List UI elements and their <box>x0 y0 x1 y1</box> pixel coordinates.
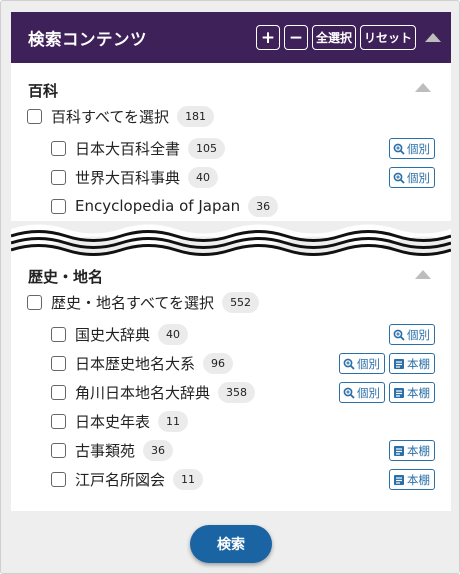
count-badge: 552 <box>222 291 260 313</box>
list-item[interactable]: 日本歴史地名大系 96 <box>51 350 234 376</box>
bookshelf-button[interactable]: 本棚 <box>389 440 435 461</box>
book-icon <box>394 445 404 456</box>
list-item[interactable]: 日本大百科全書 105 <box>51 135 226 161</box>
item-buttons: 本棚 <box>385 440 435 461</box>
header-buttons: + − 全選択 リセット <box>252 25 441 50</box>
item-label: 日本史年表 <box>75 412 151 431</box>
count-badge: 36 <box>248 195 279 217</box>
bookshelf-button-label: 本棚 <box>407 385 430 400</box>
count-badge: 11 <box>173 468 204 490</box>
item-buttons: 個別 <box>385 138 435 159</box>
individual-button[interactable]: 個別 <box>339 353 385 374</box>
select-all-label: 歴史・地名すべてを選択 <box>51 293 215 312</box>
book-icon <box>394 474 404 485</box>
list-item[interactable]: 世界大百科事典 40 <box>51 164 219 190</box>
individual-button[interactable]: 個別 <box>389 167 435 188</box>
select-all-row[interactable]: 百科すべてを選択 181 <box>27 103 215 129</box>
count-badge: 105 <box>188 137 226 159</box>
panel-footer: 検索 <box>1 511 459 573</box>
bookshelf-button[interactable]: 本棚 <box>389 382 435 403</box>
item-label: 日本歴史地名大系 <box>75 354 196 373</box>
item-label: Encyclopedia of Japan <box>75 197 241 215</box>
count-badge: 96 <box>203 352 234 374</box>
select-all-button[interactable]: 全選択 <box>311 25 356 50</box>
item-label: 古事類苑 <box>75 441 136 460</box>
count-badge: 40 <box>188 166 219 188</box>
count-badge: 11 <box>158 410 189 432</box>
section-collapse-icon[interactable] <box>415 270 431 279</box>
panel-header: 検索コンテンツ + − 全選択 リセット <box>11 12 451 63</box>
list-item[interactable]: 国史大辞典 40 <box>51 321 189 347</box>
book-icon <box>394 358 404 369</box>
collapse-all-button[interactable]: − <box>283 25 308 50</box>
search-content-panel: 検索コンテンツ + − 全選択 リセット 百科 百科すべてを選択 181 日本大… <box>0 0 460 574</box>
expand-all-button[interactable]: + <box>255 25 280 50</box>
item-buttons: 本棚 <box>385 469 435 490</box>
item-buttons: 個別 <box>385 324 435 345</box>
select-all-label: 百科すべてを選択 <box>51 107 170 126</box>
count-badge: 36 <box>143 439 174 461</box>
list-item[interactable]: 江戸名所図会 11 <box>51 466 204 492</box>
section-collapse-icon[interactable] <box>415 83 431 92</box>
list-item[interactable]: Encyclopedia of Japan 36 <box>51 193 279 219</box>
checkbox[interactable] <box>51 198 66 214</box>
bookshelf-button[interactable]: 本棚 <box>389 353 435 374</box>
section-title: 歴史・地名 <box>28 268 104 286</box>
wavy-divider <box>11 224 451 260</box>
individual-button-label: 個別 <box>407 170 430 185</box>
list-item[interactable]: 角川日本地名大辞典 358 <box>51 379 256 405</box>
section-history-geography: 歴史・地名 歴史・地名すべてを選択 552 国史大辞典 40 個別 日本歴史地名… <box>11 259 451 511</box>
checkbox[interactable] <box>27 108 42 124</box>
section-encyclopedia: 百科 百科すべてを選択 181 日本大百科全書 105 個別 世界大百科事典 4… <box>11 63 451 221</box>
checkbox[interactable] <box>51 471 66 487</box>
individual-button[interactable]: 個別 <box>389 138 435 159</box>
item-label: 日本大百科全書 <box>75 139 181 158</box>
list-item[interactable]: 古事類苑 36 <box>51 437 174 463</box>
count-badge: 181 <box>177 105 215 127</box>
bookshelf-button[interactable]: 本棚 <box>389 469 435 490</box>
individual-button-label: 個別 <box>357 385 380 400</box>
checkbox[interactable] <box>27 294 42 310</box>
select-all-row[interactable]: 歴史・地名すべてを選択 552 <box>27 289 260 315</box>
panel-collapse-icon[interactable] <box>425 33 441 42</box>
checkbox[interactable] <box>51 169 66 185</box>
magnifier-icon <box>393 172 405 184</box>
book-icon <box>394 387 404 398</box>
item-buttons: 個別 本棚 <box>335 382 435 403</box>
individual-button[interactable]: 個別 <box>339 382 385 403</box>
item-label: 世界大百科事典 <box>75 168 181 187</box>
count-badge: 358 <box>218 381 256 403</box>
magnifier-icon <box>343 358 355 370</box>
checkbox[interactable] <box>51 442 66 458</box>
panel-title: 検索コンテンツ <box>28 29 147 49</box>
search-button[interactable]: 検索 <box>190 525 272 563</box>
reset-button[interactable]: リセット <box>359 25 416 50</box>
list-item[interactable]: 日本史年表 11 <box>51 408 189 434</box>
bookshelf-button-label: 本棚 <box>407 472 430 487</box>
count-badge: 40 <box>158 323 189 345</box>
bookshelf-button-label: 本棚 <box>407 443 430 458</box>
item-buttons: 個別 <box>385 167 435 188</box>
bookshelf-button-label: 本棚 <box>407 356 430 371</box>
checkbox[interactable] <box>51 326 66 342</box>
individual-button[interactable]: 個別 <box>389 324 435 345</box>
item-buttons: 個別 本棚 <box>335 353 435 374</box>
checkbox[interactable] <box>51 384 66 400</box>
individual-button-label: 個別 <box>407 327 430 342</box>
checkbox[interactable] <box>51 355 66 371</box>
item-label: 国史大辞典 <box>75 325 151 344</box>
magnifier-icon <box>393 143 405 155</box>
item-label: 江戸名所図会 <box>75 470 166 489</box>
magnifier-icon <box>343 387 355 399</box>
checkbox[interactable] <box>51 413 66 429</box>
item-label: 角川日本地名大辞典 <box>75 383 211 402</box>
checkbox[interactable] <box>51 140 66 156</box>
section-title: 百科 <box>28 82 59 100</box>
magnifier-icon <box>393 329 405 341</box>
individual-button-label: 個別 <box>357 356 380 371</box>
individual-button-label: 個別 <box>407 141 430 156</box>
